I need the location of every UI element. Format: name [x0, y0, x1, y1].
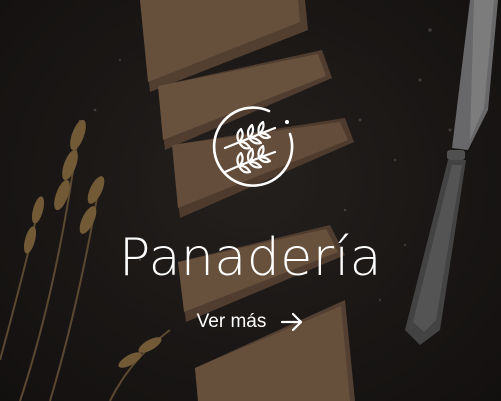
card-content: Panadería Ver más: [0, 0, 501, 401]
arrow-right-icon: [281, 312, 303, 332]
category-card-bakery[interactable]: Panadería Ver más: [0, 0, 501, 401]
see-more-label: Ver más: [196, 311, 267, 332]
card-title: Panadería: [119, 228, 382, 288]
see-more-link[interactable]: Ver más: [197, 310, 305, 334]
wheat-circle-icon: [212, 106, 293, 187]
